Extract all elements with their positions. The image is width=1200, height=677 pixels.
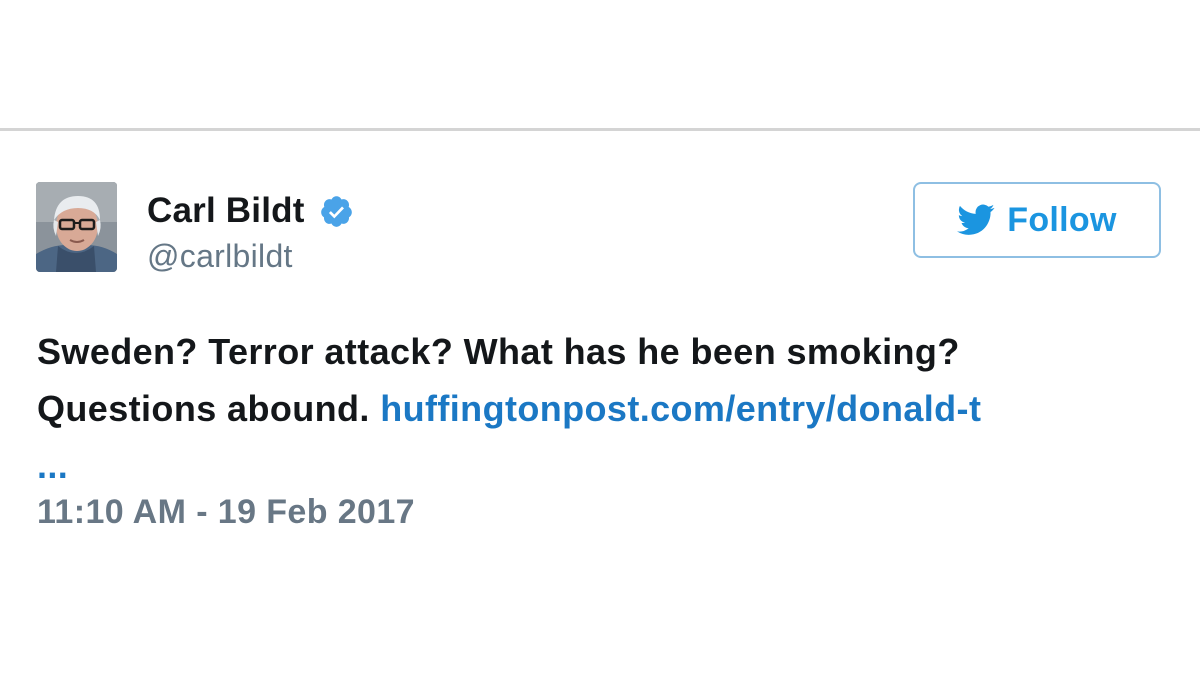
profile-photo-icon [36, 182, 117, 272]
follow-button[interactable]: Follow [913, 182, 1161, 258]
verified-badge-icon [319, 194, 354, 229]
author-handle[interactable]: @carlbildt [147, 238, 293, 275]
author-name-row: Carl Bildt [147, 189, 354, 233]
tweet-text-line2: Questions abound. [37, 388, 381, 429]
tweet-timestamp[interactable]: 11:10 AM - 19 Feb 2017 [37, 493, 415, 532]
tweet-text: Sweden? Terror attack? What has he been … [37, 323, 1167, 494]
avatar[interactable] [36, 182, 117, 272]
tweet-link[interactable]: huffingtonpost.com/entry/donald-t [380, 388, 981, 429]
follow-button-label: Follow [1007, 200, 1117, 239]
tweet-link-ellipsis[interactable]: ... [37, 445, 68, 486]
author-display-name[interactable]: Carl Bildt [147, 191, 305, 231]
tweet-text-line1: Sweden? Terror attack? What has he been … [37, 331, 960, 372]
twitter-bird-icon [957, 204, 995, 236]
embedded-tweet: Carl Bildt @carlbildt Follow Sweden? Ter… [0, 131, 1200, 677]
